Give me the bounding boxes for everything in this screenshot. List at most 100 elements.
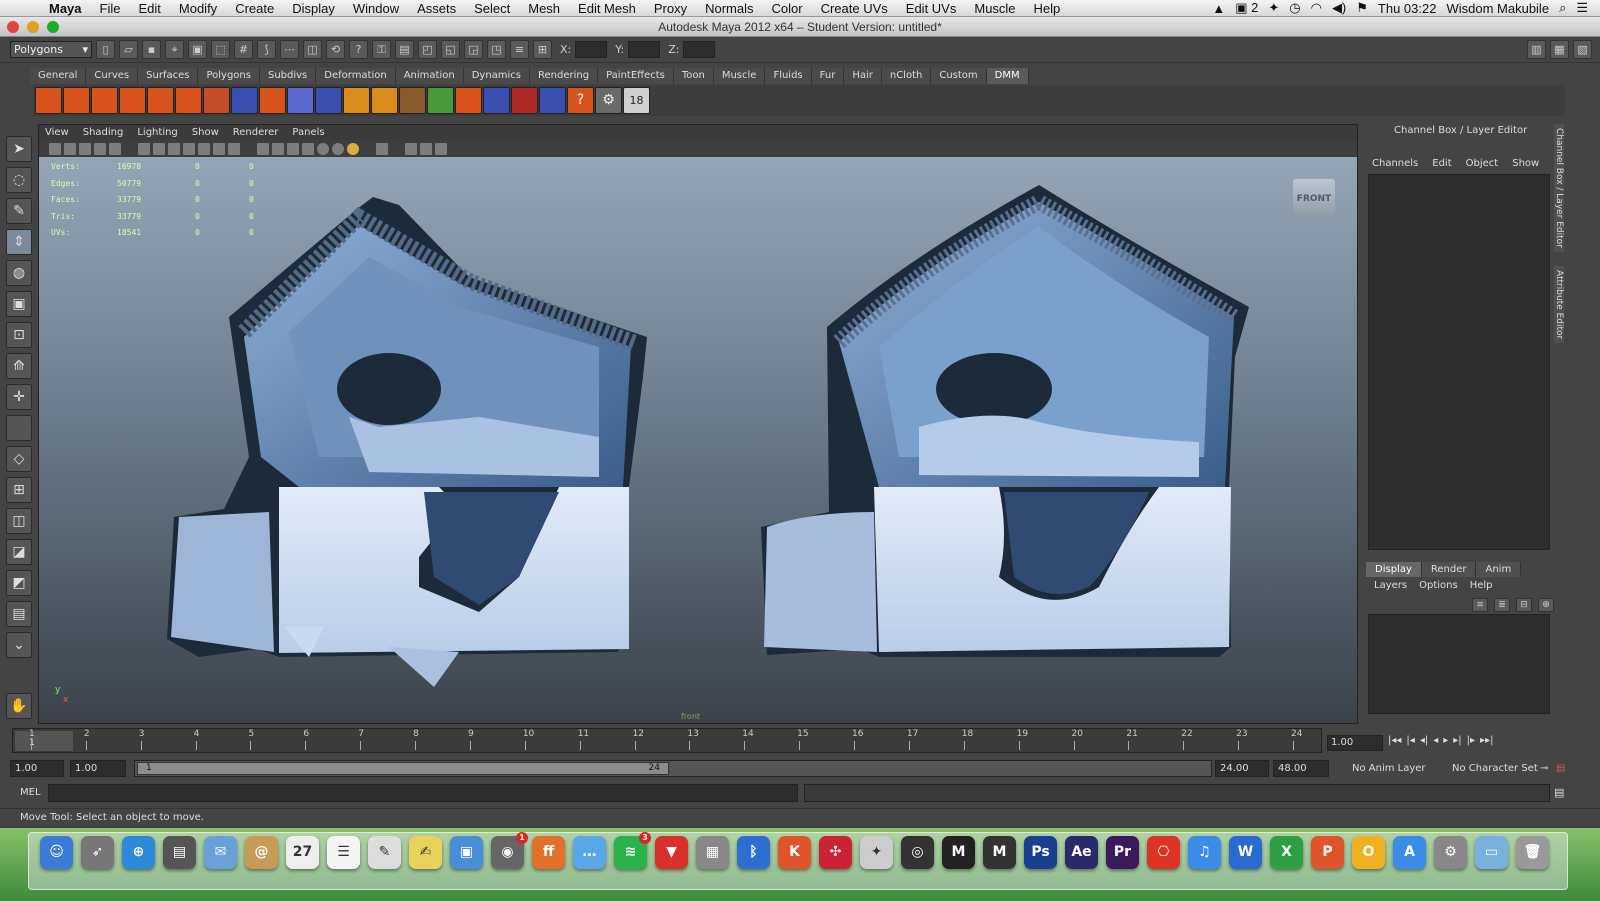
menu-assets[interactable]: Assets	[408, 1, 465, 16]
xray-joints-icon[interactable]	[420, 142, 432, 155]
shelf-tool-4-icon[interactable]	[119, 87, 146, 114]
textured-icon[interactable]	[302, 142, 314, 155]
universal-manipulator-icon[interactable]: ⊡	[6, 322, 32, 348]
house-model-smooth[interactable]	[761, 185, 1249, 657]
persp-outliner-layout-icon[interactable]: ◫	[6, 508, 32, 534]
menu-edit-mesh[interactable]: Edit Mesh	[569, 1, 645, 16]
new-layer-from-selected-icon[interactable]: ⊕	[1538, 598, 1554, 612]
powerpoint-icon[interactable]: P	[1311, 836, 1344, 869]
contacts-icon[interactable]: @	[245, 836, 278, 869]
input-line-icon[interactable]: ⊞	[533, 40, 552, 59]
aperture-icon[interactable]: ◎	[901, 836, 934, 869]
spotlight-icon[interactable]: ⌕	[1559, 0, 1566, 16]
shelf-tab-fur[interactable]: Fur	[811, 68, 845, 84]
menu-select[interactable]: Select	[465, 1, 519, 16]
gate-mask-icon[interactable]	[183, 142, 195, 155]
itunes-icon[interactable]: ♫	[1188, 836, 1221, 869]
shelf-tab-rendering[interactable]: Rendering	[530, 68, 599, 84]
panel-menu-view[interactable]: View	[45, 125, 69, 140]
render-settings-icon[interactable]: ◲	[464, 40, 483, 59]
playback-button-3[interactable]: ◂|	[1420, 735, 1428, 746]
app-store-icon[interactable]: A	[1393, 836, 1426, 869]
trash-icon[interactable]: 🗑	[1516, 836, 1549, 869]
y-field[interactable]	[628, 41, 661, 58]
lock-icon[interactable]: ⚿	[372, 40, 391, 59]
wireframe-on-shaded-icon[interactable]	[287, 142, 299, 155]
reminders-icon[interactable]: ☰	[327, 836, 360, 869]
shelf-tool-17-icon[interactable]	[483, 87, 510, 114]
zoom-window-button[interactable]	[47, 21, 59, 33]
playback-end-field[interactable]: 24.00	[1215, 760, 1269, 777]
tool-settings-toggle-icon[interactable]: ▦	[1550, 40, 1569, 59]
system-preferences-icon[interactable]: ⚙	[1434, 836, 1467, 869]
menu-display[interactable]: Display	[283, 1, 344, 16]
shelf-tab-fluids[interactable]: Fluids	[765, 68, 812, 84]
shelf-tool-14-icon[interactable]	[399, 87, 426, 114]
preview-icon[interactable]: ▣	[450, 836, 483, 869]
x-field[interactable]	[575, 41, 608, 58]
select-component-icon[interactable]: ⬚	[211, 40, 230, 59]
panel-menu-shading[interactable]: Shading	[83, 125, 124, 140]
layer-tab-display[interactable]: Display	[1366, 562, 1422, 577]
history-icon[interactable]: ⟲	[326, 40, 345, 59]
safari-icon[interactable]: ⊕	[122, 836, 155, 869]
safe-action-icon[interactable]	[213, 142, 225, 155]
select-object-icon[interactable]: ▣	[188, 40, 207, 59]
command-language-label[interactable]: MEL	[20, 787, 41, 798]
menu-normals[interactable]: Normals	[696, 1, 762, 16]
four-view-layout-icon[interactable]: ⊞	[6, 477, 32, 503]
persp-graph-layout-icon[interactable]: ◪	[6, 539, 32, 565]
last-tool-icon[interactable]	[6, 415, 32, 441]
image-plane-icon[interactable]	[79, 142, 91, 155]
script-editor-icon[interactable]: ▤	[1554, 786, 1564, 799]
show-hypershade-icon[interactable]: ◳	[487, 40, 506, 59]
channel-box-menu-channels[interactable]: Channels	[1372, 156, 1418, 172]
menu-create-uvs[interactable]: Create UVs	[812, 1, 897, 16]
shelf-tab-ncloth[interactable]: nCloth	[881, 68, 932, 84]
playback-button-7[interactable]: |▸	[1467, 735, 1475, 746]
shelf-tool-9-icon[interactable]	[259, 87, 286, 114]
panel-menu-panels[interactable]: Panels	[292, 125, 324, 140]
help-icon[interactable]: ?	[349, 40, 368, 59]
shelf-tab-animation[interactable]: Animation	[395, 68, 464, 84]
z-field[interactable]	[683, 41, 716, 58]
itunes-camera-icon[interactable]: ◉ 1	[491, 832, 528, 869]
layer-menu-layers[interactable]: Layers	[1374, 580, 1407, 591]
single-perspective-layout-icon[interactable]: ◇	[6, 446, 32, 472]
menu-mesh[interactable]: Mesh	[519, 1, 569, 16]
layout-options-icon[interactable]: ⌄	[6, 632, 32, 658]
render-view-icon[interactable]: ▤	[395, 40, 414, 59]
character-set-dropdown[interactable]: No Character Set	[1452, 761, 1538, 776]
range-slider[interactable]: 1 24	[134, 760, 1212, 777]
notes-icon[interactable]: ✍	[409, 836, 442, 869]
image-capture-icon[interactable]: ▦	[696, 836, 729, 869]
grid-icon[interactable]	[138, 142, 150, 155]
shelf-tool-6-icon[interactable]	[175, 87, 202, 114]
new-scene-icon[interactable]: ▯	[96, 40, 115, 59]
time-slider[interactable]: 1 12345678910111213141516171819202122232…	[12, 728, 1322, 753]
playback-button-6[interactable]: ▸|	[1453, 735, 1461, 746]
move-layer-down-icon[interactable]: ≣	[1494, 598, 1510, 612]
shelf-tool-16-icon[interactable]	[455, 87, 482, 114]
range-slider-handle[interactable]: 1 24	[137, 762, 669, 775]
playback-button-2[interactable]: |◂	[1406, 735, 1414, 746]
outlook-icon[interactable]: O	[1352, 836, 1385, 869]
shelf-tool-1-icon[interactable]	[35, 87, 62, 114]
safe-title-icon[interactable]	[228, 142, 240, 155]
layer-menu-options[interactable]: Options	[1419, 580, 1458, 591]
acrobat-icon[interactable]: ⎔	[1147, 836, 1180, 869]
shelf-tab-dmm[interactable]: DMM	[986, 68, 1029, 84]
after-effects-icon[interactable]: Ae	[1065, 836, 1098, 869]
panel-menu-show[interactable]: Show	[192, 125, 219, 140]
menu-muscle[interactable]: Muscle	[965, 1, 1024, 16]
kuler-icon[interactable]: K	[778, 836, 811, 869]
view-cube[interactable]: FRONT	[1293, 179, 1335, 219]
bookmark-icon[interactable]	[64, 142, 76, 155]
photo-browser-icon[interactable]: ▤	[163, 836, 196, 869]
smooth-shade-icon[interactable]	[272, 142, 284, 155]
menu-set-dropdown[interactable]: Polygons	[10, 41, 92, 58]
premiere-icon[interactable]: Pr	[1106, 836, 1139, 869]
save-scene-icon[interactable]: ▪	[142, 40, 161, 59]
move-layer-up-icon[interactable]: ≡	[1472, 598, 1488, 612]
mail-icon[interactable]: ✉	[204, 836, 237, 869]
